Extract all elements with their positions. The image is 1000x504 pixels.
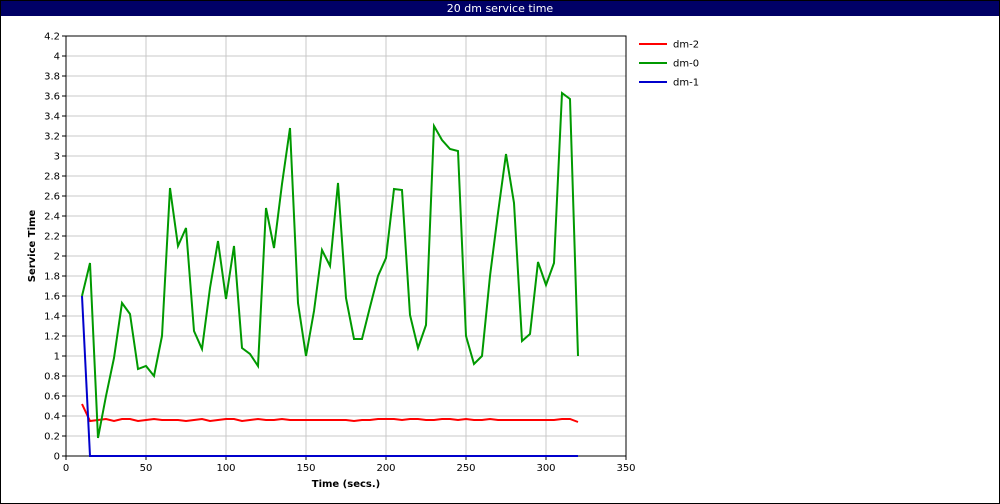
y-tick-label: 2.8 <box>44 172 60 183</box>
legend-label-dm-1: dm-1 <box>673 78 699 89</box>
chart-canvas: 0 50 100 150 200 250 300 350 0 0.2 0.4 0.6 0.8 1 1.2 1… <box>27 32 699 491</box>
chart-window: 20 dm service time 0 50 100 150 200 250 300 350… <box>0 0 1000 504</box>
grid <box>66 36 626 456</box>
y-tick-label: 3 <box>54 152 60 163</box>
y-tick-label: 3.6 <box>44 92 60 103</box>
y-tick-label: 2 <box>54 252 60 263</box>
x-tick-label: 200 <box>376 463 395 474</box>
y-tick-label: 3.8 <box>44 72 60 83</box>
x-tick-label: 350 <box>616 463 635 474</box>
y-axis-ticks: 0 0.2 0.4 0.6 0.8 1 1.2 1.4 1.6 1.8 2 2.2 2.4 2.6 2.8 3… <box>44 32 66 463</box>
y-tick-label: 0.4 <box>44 412 60 423</box>
y-tick-label: 1.6 <box>44 292 60 303</box>
y-tick-label: 3.4 <box>44 112 60 123</box>
legend-label-dm-2: dm-2 <box>673 40 699 51</box>
x-axis-ticks: 0 50 100 150 200 250 300 350 <box>63 456 636 474</box>
series-line-dm-2 <box>81 403 579 423</box>
x-tick-label: 100 <box>216 463 235 474</box>
x-tick-label: 50 <box>140 463 153 474</box>
y-tick-label: 1.4 <box>44 312 60 323</box>
x-axis-label: Time (secs.) <box>312 479 381 490</box>
y-tick-label: 0.2 <box>44 432 60 443</box>
y-tick-label: 2.2 <box>44 232 60 243</box>
y-tick-label: 4 <box>54 52 60 63</box>
plot-area <box>65 35 627 457</box>
x-tick-label: 250 <box>456 463 475 474</box>
x-tick-label: 0 <box>63 463 69 474</box>
y-tick-label: 0 <box>54 452 60 463</box>
series-lines <box>81 91 579 457</box>
y-tick-label: 4.2 <box>44 32 60 43</box>
series-line-dm-0 <box>81 91 579 439</box>
legend-label-dm-0: dm-0 <box>673 59 699 70</box>
y-tick-label: 2.6 <box>44 192 60 203</box>
y-axis-label: Service Time <box>27 210 38 283</box>
y-tick-label: 1.2 <box>44 332 60 343</box>
y-tick-label: 1 <box>54 352 60 363</box>
y-tick-label: 0.8 <box>44 372 60 383</box>
y-tick-label: 1.8 <box>44 272 60 283</box>
x-tick-label: 300 <box>536 463 555 474</box>
legend: dm-2 dm-0 dm-1 <box>639 40 699 89</box>
y-tick-label: 3.2 <box>44 132 60 143</box>
y-tick-label: 0.6 <box>44 392 60 403</box>
x-tick-label: 150 <box>296 463 315 474</box>
y-tick-label: 2.4 <box>44 212 60 223</box>
